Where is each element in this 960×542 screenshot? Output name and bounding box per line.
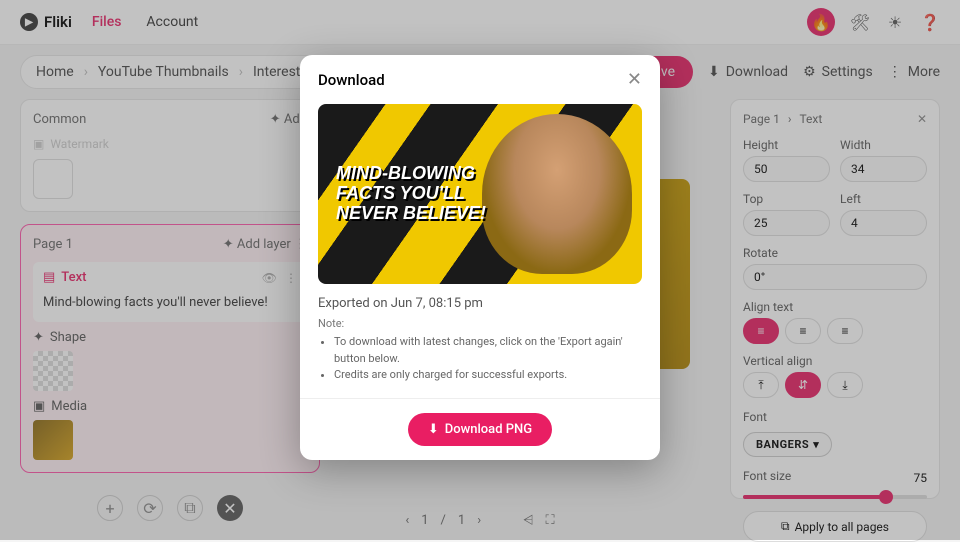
- modal-overlay[interactable]: Download ✕ Mind-blowing facts you'll nev…: [0, 0, 960, 540]
- download-modal: Download ✕ Mind-blowing facts you'll nev…: [300, 55, 660, 460]
- download-png-button[interactable]: ⬇Download PNG: [408, 413, 552, 446]
- note-label: Note:: [318, 317, 642, 330]
- note-list: To download with latest changes, click o…: [318, 334, 642, 384]
- close-icon[interactable]: ✕: [627, 69, 642, 90]
- export-preview: Mind-blowing facts you'll never believe!: [318, 104, 642, 284]
- export-timestamp: Exported on Jun 7, 08:15 pm: [318, 284, 642, 317]
- preview-text: Mind-blowing facts you'll never believe!: [318, 164, 496, 223]
- note-item: Credits are only charged for successful …: [334, 367, 642, 384]
- note-item: To download with latest changes, click o…: [334, 334, 642, 367]
- preview-face: [482, 114, 632, 274]
- modal-title: Download: [318, 71, 385, 89]
- download-icon: ⬇: [428, 422, 439, 437]
